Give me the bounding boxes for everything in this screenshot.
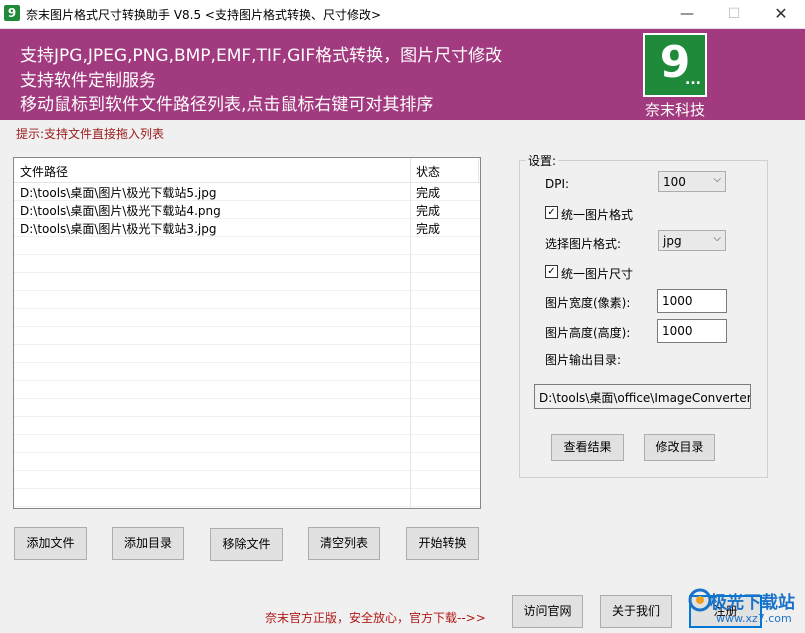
dpi-label: DPI: xyxy=(545,177,570,191)
empty-row xyxy=(14,399,480,417)
unify-size-checkbox[interactable]: ✓ xyxy=(545,265,558,278)
unify-format-checkbox[interactable]: ✓ xyxy=(545,206,558,219)
empty-row xyxy=(14,435,480,453)
table-row[interactable]: D:\tools\桌面\图片\极光下载站5.jpg 完成 xyxy=(14,183,480,201)
column-divider xyxy=(478,158,479,182)
banner: 支持JPG,JPEG,PNG,BMP,EMF,TIF,GIF格式转换，图片尺寸修… xyxy=(0,29,805,120)
about-us-button[interactable]: 关于我们 xyxy=(600,595,672,628)
output-dir-label: 图片输出目录: xyxy=(545,353,622,367)
clear-list-button[interactable]: 清空列表 xyxy=(308,527,380,560)
unify-format-label[interactable]: 统一图片格式 xyxy=(561,206,633,223)
width-label: 图片宽度(像素): xyxy=(545,296,631,310)
output-dir-field[interactable]: D:\tools\桌面\office\ImageConverter xyxy=(534,384,751,409)
company-name: 奈末科技 xyxy=(644,101,705,119)
empty-row xyxy=(14,363,480,381)
watermark-url: www.xz7.com xyxy=(716,612,792,625)
height-label: 图片高度(高度): xyxy=(545,326,631,340)
start-convert-button[interactable]: 开始转换 xyxy=(406,527,479,560)
drag-drop-hint: 提示:支持文件直接拖入列表 xyxy=(16,127,165,141)
table-row[interactable]: D:\tools\桌面\图片\极光下载站4.png 完成 xyxy=(14,201,480,219)
maximize-button[interactable]: ☐ xyxy=(711,0,757,28)
chevron-down-icon: ⌵ xyxy=(713,174,721,185)
format-value: jpg xyxy=(663,234,682,248)
official-download-notice: 奈末官方正版，安全放心，官方下载-->> xyxy=(265,611,486,625)
table-row[interactable]: D:\tools\桌面\图片\极光下载站3.jpg 完成 xyxy=(14,219,480,237)
empty-row xyxy=(14,237,480,255)
empty-row xyxy=(14,489,480,507)
window-title: 奈末图片格式尺寸转换助手 V8.5 <支持图片格式转换、尺寸修改> xyxy=(26,8,382,22)
format-select[interactable]: jpg ⌵ xyxy=(658,230,726,251)
remove-file-button[interactable]: 移除文件 xyxy=(210,528,283,561)
change-dir-button[interactable]: 修改目录 xyxy=(644,434,715,461)
height-input[interactable]: 1000 xyxy=(657,319,727,343)
column-header-status[interactable]: 状态 xyxy=(416,163,440,180)
watermark: 极光下载站 www.xz7.com xyxy=(688,584,800,630)
empty-row xyxy=(14,417,480,435)
empty-row xyxy=(14,255,480,273)
format-label: 选择图片格式: xyxy=(545,237,622,251)
watermark-logo-icon xyxy=(688,588,712,612)
empty-row xyxy=(14,291,480,309)
logo-dots: ... xyxy=(685,72,701,88)
empty-row xyxy=(14,273,480,291)
empty-row xyxy=(14,327,480,345)
banner-line-formats: 支持JPG,JPEG,PNG,BMP,EMF,TIF,GIF格式转换，图片尺寸修… xyxy=(20,46,503,66)
add-directory-button[interactable]: 添加目录 xyxy=(112,527,184,560)
empty-row xyxy=(14,381,480,399)
file-status-cell: 完成 xyxy=(416,222,441,236)
settings-title: 设置: xyxy=(526,152,559,169)
app-icon: 9 xyxy=(4,5,20,21)
title-bar: 9 奈末图片格式尺寸转换助手 V8.5 <支持图片格式转换、尺寸修改> — ☐ … xyxy=(0,0,805,29)
width-input[interactable]: 1000 xyxy=(657,289,727,313)
watermark-text: 极光下载站 xyxy=(710,593,795,613)
file-path-cell: D:\tools\桌面\图片\极光下载站3.jpg xyxy=(20,222,217,236)
banner-line-custom: 支持软件定制服务 xyxy=(20,71,156,91)
visit-website-button[interactable]: 访问官网 xyxy=(512,595,583,628)
dpi-select[interactable]: 100 ⌵ xyxy=(658,171,726,192)
minimize-button[interactable]: — xyxy=(664,0,710,28)
banner-line-sort-hint: 移动鼠标到软件文件路径列表,点击鼠标右键可对其排序 xyxy=(20,95,434,115)
file-list[interactable]: 文件路径 状态 D:\tools\桌面\图片\极光下载站5.jpg 完成 D:\… xyxy=(13,157,481,509)
add-file-button[interactable]: 添加文件 xyxy=(14,527,87,560)
file-path-cell: D:\tools\桌面\图片\极光下载站5.jpg xyxy=(20,186,217,200)
empty-row xyxy=(14,345,480,363)
empty-row xyxy=(14,471,480,489)
company-logo: 9 ... xyxy=(643,33,707,97)
dpi-value: 100 xyxy=(663,175,686,189)
unify-size-label[interactable]: 统一图片尺寸 xyxy=(561,265,633,282)
chevron-down-icon: ⌵ xyxy=(713,233,721,244)
empty-row xyxy=(14,453,480,471)
view-result-button[interactable]: 查看结果 xyxy=(551,434,624,461)
file-path-cell: D:\tools\桌面\图片\极光下载站4.png xyxy=(20,204,221,218)
file-status-cell: 完成 xyxy=(416,186,441,200)
close-button[interactable]: ✕ xyxy=(758,0,804,28)
empty-row xyxy=(14,309,480,327)
file-status-cell: 完成 xyxy=(416,204,441,218)
column-header-path[interactable]: 文件路径 xyxy=(20,163,68,180)
